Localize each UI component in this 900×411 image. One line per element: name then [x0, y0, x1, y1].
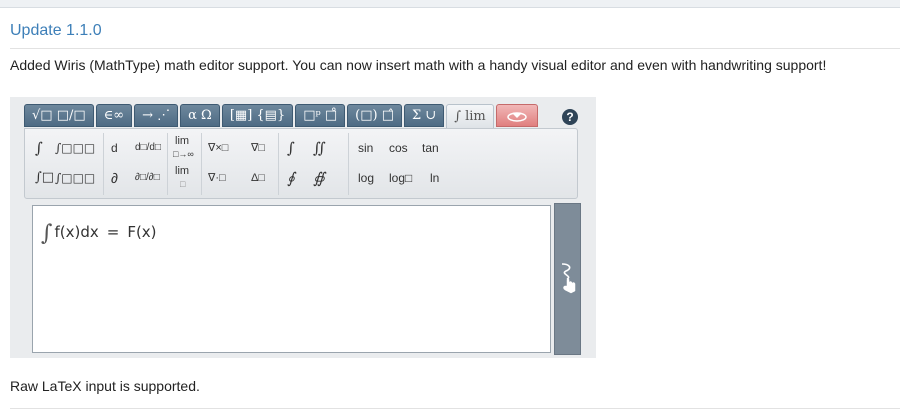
differential-button[interactable]: d — [111, 133, 118, 163]
tab-greek[interactable]: α Ω — [180, 104, 220, 127]
formula-lhs: f(x)dx — [54, 223, 99, 241]
help-button[interactable]: ? — [562, 109, 578, 125]
handwriting-toggle[interactable] — [554, 203, 581, 355]
formula-input-area[interactable]: ∫ f(x)dx = F(x) — [32, 205, 551, 353]
integral-button[interactable]: ∫ — [35, 133, 43, 163]
gradient-button[interactable]: ∇□ — [251, 133, 265, 163]
sin-button[interactable]: sin — [358, 133, 373, 163]
definite-integral-button[interactable]: ∫□□□ — [55, 133, 95, 163]
tab-scripts[interactable]: □ᵖ □̊ — [295, 104, 346, 127]
toolbar-separator — [278, 133, 279, 195]
title-divider — [10, 48, 900, 49]
tab-brackets[interactable]: (□) □̂ — [347, 104, 402, 127]
latex-note: Raw LaTeX input is supported. — [10, 378, 200, 394]
derivative-button[interactable]: d□/d□ — [135, 133, 161, 163]
tab-matrices[interactable]: [▦] {▤} — [221, 104, 294, 127]
definite-integral-lower-button[interactable]: ∫□□□ — [55, 163, 95, 193]
limit-placeholder-label: □ — [180, 179, 186, 189]
toolbar-separator — [167, 133, 168, 195]
tab-arrows[interactable]: → ⋰ — [134, 104, 179, 127]
update-title: Update 1.1.0 — [10, 22, 102, 39]
formula-rhs: F(x) — [127, 223, 157, 241]
update-description: Added Wiris (MathType) math editor suppo… — [10, 57, 827, 73]
curl-button[interactable]: ∇×□ — [208, 133, 228, 163]
tab-symbols[interactable]: ∈∞ — [95, 104, 133, 127]
handwriting-hand-icon — [561, 263, 576, 294]
math-editor: √□ □/□ ∈∞ → ⋰ α Ω [▦] {▤} □ᵖ □̊ (□) □̂ Σ… — [10, 97, 596, 358]
calculus-toolbar: ∫ ∫□□□ d d□/d□ lim □→∞ ∇×□ ∇□ ∫ ∬ sin co… — [24, 128, 578, 199]
integral-sign: ∫ — [41, 221, 53, 246]
cos-button[interactable]: cos — [389, 133, 408, 163]
limit-button[interactable]: lim — [175, 136, 189, 147]
log-base-button[interactable]: log□ — [389, 163, 412, 193]
toolbar-row-2: ∫□ ∫□□□ ∂ ∂□/∂□ lim □ ∇·□ Δ□ ∮ ∯ log log… — [25, 163, 577, 193]
ln-button[interactable]: ln — [430, 163, 439, 193]
formula-display: ∫ f(x)dx = F(x) — [41, 221, 157, 246]
tab-big-operators[interactable]: Σ ∪ — [403, 104, 445, 127]
integral-subscript-button[interactable]: ∫□ — [35, 163, 54, 193]
toolbar-row-1: ∫ ∫□□□ d d□/d□ lim □→∞ ∇×□ ∇□ ∫ ∬ sin co… — [25, 133, 577, 163]
surface-integral-button[interactable]: ∯ — [313, 163, 325, 193]
limit-infinity-label: □→∞ — [173, 149, 194, 159]
log-button[interactable]: log — [358, 163, 374, 193]
formula-equals: = — [106, 223, 120, 241]
divergence-button[interactable]: ∇·□ — [208, 163, 226, 193]
laplacian-button[interactable]: Δ□ — [251, 163, 265, 193]
partial-derivative-button[interactable]: ∂□/∂□ — [135, 163, 160, 193]
editor-tab-bar: √□ □/□ ∈∞ → ⋰ α Ω [▦] {▤} □ᵖ □̊ (□) □̂ Σ… — [24, 104, 538, 129]
toolbar-separator — [103, 133, 104, 195]
tab-calculus[interactable]: ∫ lim — [446, 104, 494, 129]
tab-handwriting[interactable] — [495, 104, 538, 127]
tan-button[interactable]: tan — [422, 133, 439, 163]
double-integral-button[interactable]: ∬ — [313, 133, 326, 163]
bottom-divider — [10, 408, 900, 409]
limit-lower-button[interactable]: lim — [175, 166, 189, 177]
top-divider — [0, 0, 900, 8]
contour-integral-button[interactable]: ∮ — [287, 163, 295, 193]
toolbar-separator — [348, 133, 349, 195]
integral-small-button[interactable]: ∫ — [287, 133, 295, 163]
handwriting-tab-icon — [507, 111, 527, 122]
tab-radicals[interactable]: √□ □/□ — [24, 104, 94, 127]
toolbar-separator — [201, 133, 202, 195]
partial-button[interactable]: ∂ — [111, 163, 118, 193]
